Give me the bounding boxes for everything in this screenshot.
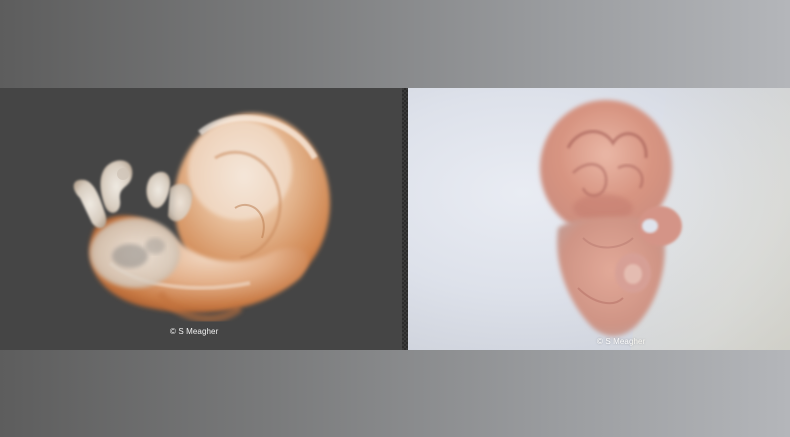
top-gradient-band xyxy=(0,0,790,88)
left-embryo-photo: © S Meagher xyxy=(0,88,402,350)
left-photo-credit: © S Meagher xyxy=(170,327,219,336)
embryo-side-view-illustration xyxy=(73,113,330,323)
right-embryo-photo: © S Meagher xyxy=(408,88,790,350)
embryo-frontal-view-illustration xyxy=(540,100,682,337)
slide: © S Meagher © S Meagher xyxy=(0,0,790,437)
bottom-gradient-band xyxy=(0,350,790,437)
